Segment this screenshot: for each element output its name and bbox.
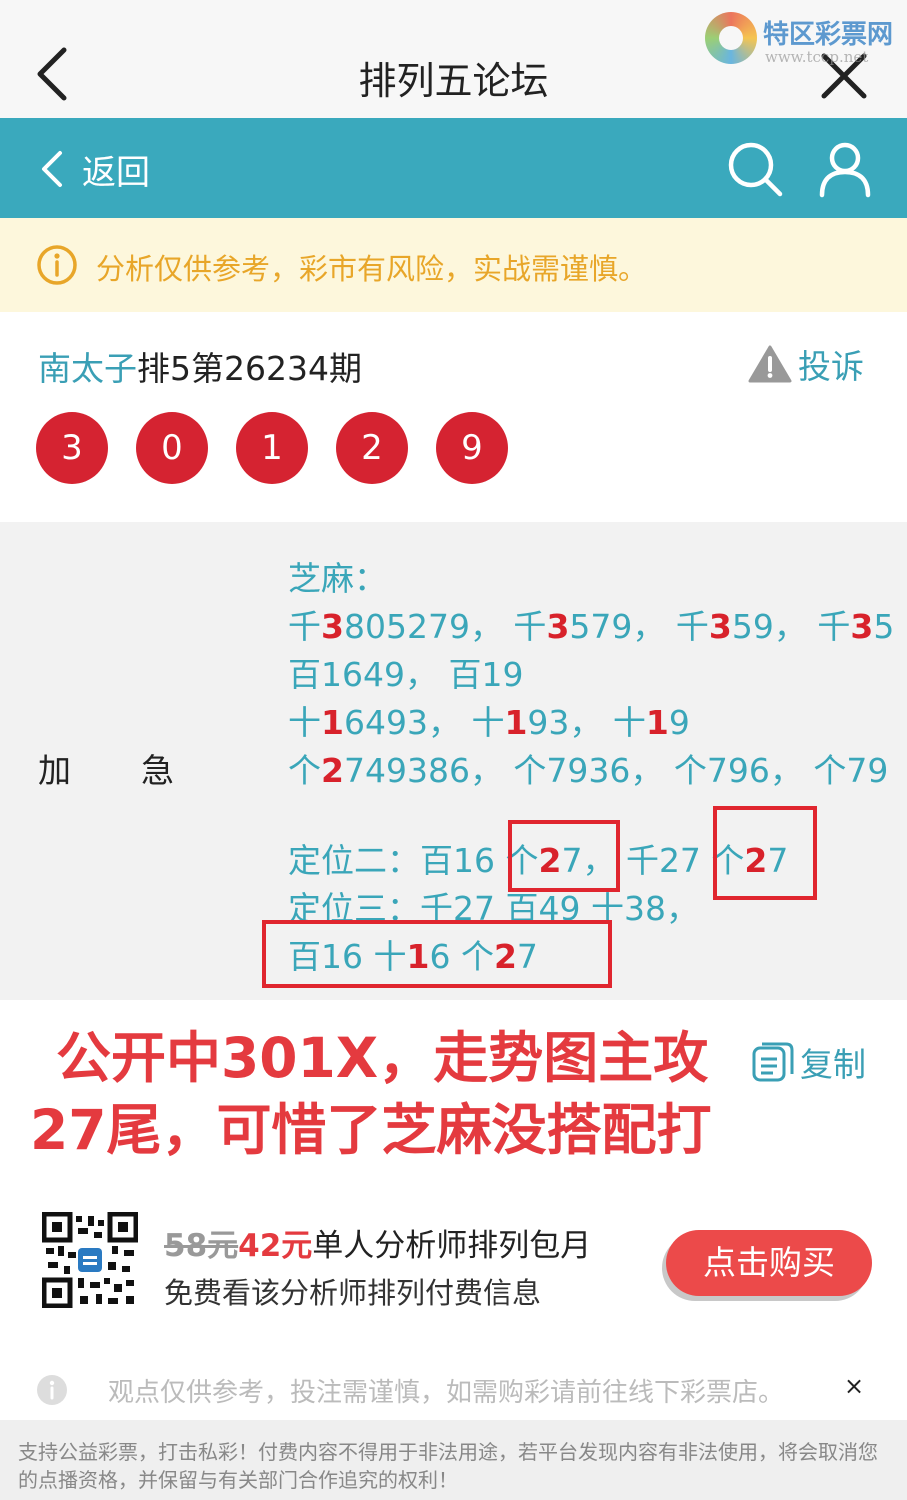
buy-button[interactable]: 点击购买	[666, 1230, 872, 1296]
qr-code-icon	[42, 1212, 138, 1308]
notice-text: 分析仅供参考，彩市有风险，实战需谨慎。	[96, 252, 648, 286]
subscription-promo: 58元42元单人分析师排列包月 免费看该分析师排列付费信息 点击购买	[0, 1190, 907, 1340]
prediction-text: 805279， 千	[343, 607, 547, 646]
number-ball: 9	[436, 412, 508, 484]
highlight-box	[508, 820, 620, 892]
highlight-box	[713, 806, 817, 900]
issue-label: 排5第26234期	[137, 349, 362, 388]
report-button[interactable]: 投诉	[748, 340, 864, 388]
old-price: 58元	[164, 1228, 239, 1264]
user-icon[interactable]	[818, 140, 872, 198]
watermark-logo-icon	[705, 12, 757, 64]
highlight-digit: 1	[645, 703, 669, 742]
highlight-digit: 2	[321, 751, 344, 790]
nav-bar: 返回	[0, 118, 907, 218]
copy-button[interactable]: 复制	[750, 1038, 866, 1086]
highlight-digit: 3	[546, 607, 570, 646]
prediction-text: 芝麻：	[288, 559, 387, 598]
info-icon	[37, 1375, 67, 1405]
top-bar: 排列五论坛 特区彩票网 www.tccp.net	[0, 0, 907, 118]
prediction-text: 百1649， 百19	[288, 655, 524, 694]
highlight-digit: 1	[504, 703, 528, 742]
highlight-box	[262, 920, 612, 988]
number-ball: 3	[36, 412, 108, 484]
watermark-name: 特区彩票网	[763, 20, 894, 50]
prediction-text: 749386， 个7936， 个796， 个79	[343, 751, 889, 790]
disclaimer-bar: 观点仅供参考，投注需谨慎，如需购彩请前往线下彩票店。 ×	[0, 1356, 907, 1420]
prediction-text: 5	[873, 607, 895, 646]
annotation-line: 公开中301X，走势图主攻	[56, 1026, 709, 1090]
risk-notice: 分析仅供参考，彩市有风险，实战需谨慎。	[0, 218, 907, 312]
number-ball: 2	[336, 412, 408, 484]
info-icon	[37, 245, 77, 285]
prediction-text: 9	[668, 703, 690, 742]
prediction-line: 十16493， 十193， 十19	[288, 696, 690, 744]
prediction-line: 个2749386， 个7936， 个796， 个79	[288, 744, 888, 792]
promo-title: 58元42元单人分析师排列包月	[164, 1220, 591, 1265]
prediction-text: 千	[288, 607, 321, 646]
prediction-line: 百1649， 百19	[288, 648, 523, 696]
number-ball: 0	[136, 412, 208, 484]
prediction-text: 59， 千	[731, 607, 851, 646]
prediction-text: 十	[288, 703, 321, 742]
prediction-text: 579， 千	[569, 607, 709, 646]
prediction-text: 6493， 十	[343, 703, 505, 742]
search-icon[interactable]	[726, 140, 784, 198]
footer-notice: 支持公益彩票，打击私彩！付费内容不得用于非法用途，若平台发现内容有非法使用，将会…	[0, 1420, 907, 1500]
prediction-text: 个	[288, 751, 321, 790]
disclaimer-text: 观点仅供参考，投注需谨慎，如需购彩请前往线下彩票店。	[108, 1378, 785, 1408]
draw-numbers: 3 0 1 2 9	[36, 412, 536, 484]
back-button[interactable]: 返回	[38, 144, 150, 194]
annotation-text: 公开中301X，走势图主攻 27尾，可惜了芝麻没搭配打	[30, 1022, 770, 1166]
prediction-line: 芝麻：	[288, 552, 387, 600]
back-label: 返回	[82, 152, 150, 193]
post-header: 南太子排5第26234期 投诉 3 0 1 2 9	[0, 312, 907, 522]
post-title: 南太子排5第26234期	[38, 342, 362, 390]
new-price: 42元	[238, 1228, 313, 1264]
highlight-digit: 3	[850, 607, 874, 646]
content-label: 加急	[38, 751, 244, 790]
promo-name: 单人分析师排列包月	[312, 1228, 592, 1264]
highlight-digit: 1	[321, 703, 344, 742]
prediction-text: 93， 十	[527, 703, 646, 742]
copy-icon	[752, 1042, 794, 1082]
prediction-line: 千3805279， 千3579， 千359， 千35	[288, 600, 894, 648]
author-link[interactable]: 南太子	[38, 349, 137, 388]
close-icon[interactable]: ×	[844, 1372, 864, 1400]
annotation-line: 27尾，可惜了芝麻没搭配打	[30, 1098, 712, 1162]
warning-icon	[748, 345, 792, 383]
report-label: 投诉	[798, 347, 864, 386]
chevron-left-icon	[42, 151, 62, 187]
watermark-url: www.tccp.net	[765, 48, 869, 66]
highlight-digit: 3	[321, 607, 344, 646]
prediction-content: 加急 芝麻： 千3805279， 千3579， 千359， 千35 百1649，…	[0, 522, 907, 1000]
promo-subtitle: 免费看该分析师排列付费信息	[164, 1276, 542, 1310]
number-ball: 1	[236, 412, 308, 484]
watermark-logo: 特区彩票网 www.tccp.net	[705, 8, 905, 68]
copy-label: 复制	[800, 1045, 866, 1084]
prediction-text: 定位二：百16 个	[288, 841, 539, 880]
highlight-digit: 3	[708, 607, 732, 646]
